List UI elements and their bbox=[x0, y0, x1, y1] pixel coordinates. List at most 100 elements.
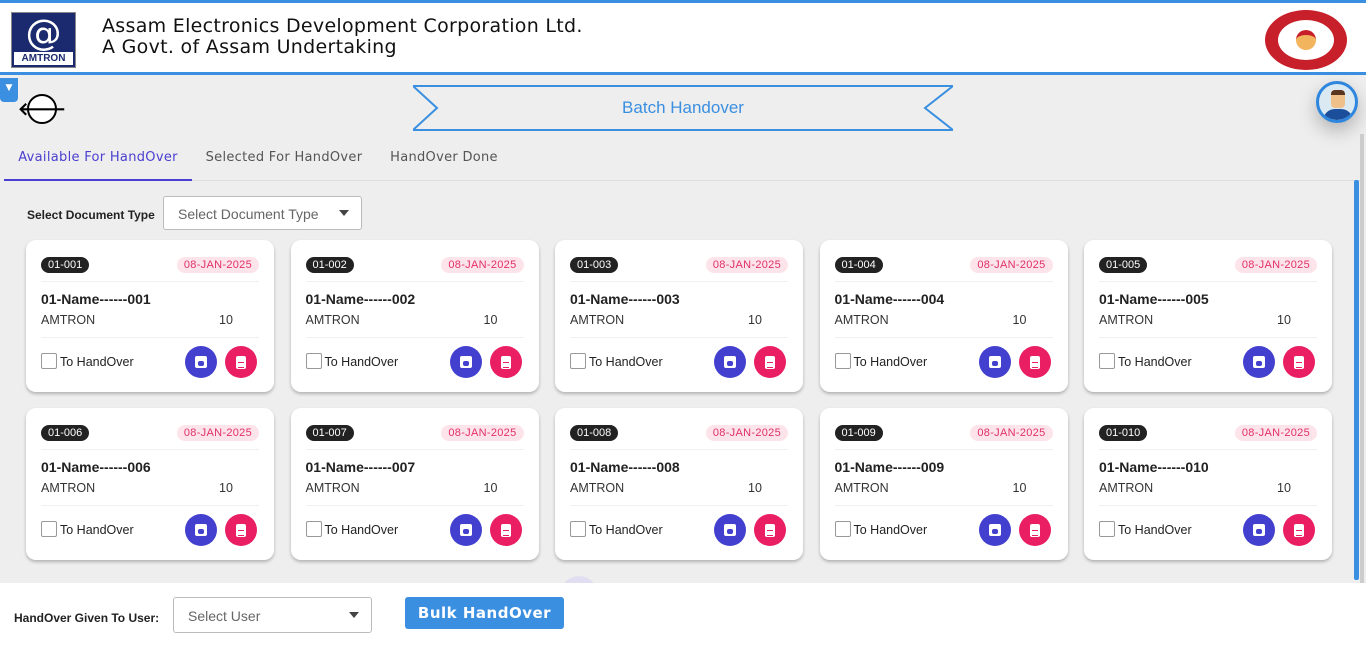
handover-checkbox[interactable] bbox=[570, 521, 586, 537]
doc-name: 01-Name------009 bbox=[834, 459, 945, 475]
handover-checkbox-label[interactable]: To HandOver bbox=[854, 523, 928, 537]
doc-name: 01-Name------010 bbox=[1099, 459, 1209, 475]
document-icon bbox=[236, 355, 246, 369]
handover-checkbox-label[interactable]: To HandOver bbox=[60, 355, 134, 369]
doc-name: 01-Name------006 bbox=[41, 459, 151, 475]
date-badge: 08-JAN-2025 bbox=[705, 425, 788, 441]
save-button[interactable] bbox=[978, 346, 1011, 378]
doc-qty: 10 bbox=[219, 481, 233, 495]
save-icon bbox=[459, 356, 472, 368]
divider bbox=[305, 281, 524, 282]
save-button[interactable] bbox=[449, 346, 482, 378]
handover-checkbox[interactable] bbox=[570, 353, 586, 369]
view-document-button[interactable] bbox=[1283, 346, 1315, 378]
handover-checkbox[interactable] bbox=[1099, 521, 1115, 537]
view-document-button[interactable] bbox=[1283, 514, 1315, 546]
doc-name: 01-Name------002 bbox=[305, 291, 416, 307]
view-document-button[interactable] bbox=[225, 346, 257, 378]
save-button[interactable] bbox=[1243, 346, 1275, 378]
doc-name: 01-Name------001 bbox=[41, 291, 151, 307]
doc-name: 01-Name------004 bbox=[834, 291, 945, 307]
date-badge: 08-JAN-2025 bbox=[1234, 425, 1317, 441]
document-type-select[interactable]: Select Document Type bbox=[163, 196, 362, 230]
save-button[interactable] bbox=[185, 346, 217, 378]
handover-checkbox-label[interactable]: To HandOver bbox=[325, 355, 399, 369]
handover-checkbox-label[interactable]: To HandOver bbox=[1118, 355, 1192, 369]
handover-checkbox-label[interactable]: To HandOver bbox=[589, 355, 663, 369]
tab-selected[interactable]: Selected For HandOver bbox=[198, 141, 370, 181]
handover-checkbox[interactable] bbox=[41, 521, 57, 537]
save-icon bbox=[1253, 524, 1265, 536]
handover-checkbox-label[interactable]: To HandOver bbox=[325, 523, 399, 537]
divider bbox=[1099, 281, 1317, 282]
save-icon bbox=[459, 524, 472, 536]
scrollbar-track[interactable] bbox=[1360, 134, 1364, 584]
document-icon bbox=[1029, 523, 1040, 537]
divider bbox=[834, 337, 1053, 338]
save-icon bbox=[988, 524, 1001, 536]
doc-code-badge: 01-002 bbox=[305, 257, 354, 273]
user-select[interactable]: Select User bbox=[173, 597, 372, 633]
menu-toggle-icon[interactable]: ▼ bbox=[0, 78, 18, 102]
handover-checkbox[interactable] bbox=[1099, 353, 1115, 369]
view-document-button[interactable] bbox=[754, 514, 786, 546]
handover-checkbox[interactable] bbox=[834, 521, 851, 537]
divider bbox=[834, 281, 1053, 282]
handover-checkbox-label[interactable]: To HandOver bbox=[854, 355, 928, 369]
doc-qty: 10 bbox=[483, 481, 498, 495]
tab-done[interactable]: HandOver Done bbox=[382, 141, 506, 181]
handover-checkbox[interactable] bbox=[834, 353, 851, 369]
header: @ AMTRON Assam Electronics Development Co… bbox=[0, 3, 1366, 75]
chevron-down-icon bbox=[349, 612, 359, 618]
document-icon bbox=[765, 355, 775, 369]
org-name: Assam Electronics Development Corporatio… bbox=[102, 15, 583, 58]
doc-org: AMTRON bbox=[834, 313, 889, 327]
document-card: 01-006 08-JAN-2025 01-Name------006 AMTR… bbox=[26, 408, 274, 560]
doc-code-badge: 01-009 bbox=[834, 425, 883, 441]
view-document-button[interactable] bbox=[1018, 514, 1051, 546]
handover-checkbox[interactable] bbox=[41, 353, 57, 369]
tab-available[interactable]: Available For HandOver bbox=[4, 141, 192, 181]
save-button[interactable] bbox=[714, 346, 746, 378]
handover-checkbox-label[interactable]: To HandOver bbox=[589, 523, 663, 537]
doc-qty: 10 bbox=[748, 313, 762, 327]
date-badge: 08-JAN-2025 bbox=[176, 257, 259, 273]
divider bbox=[305, 449, 524, 450]
save-icon bbox=[988, 356, 1001, 368]
handover-checkbox-label[interactable]: To HandOver bbox=[1118, 523, 1192, 537]
user-avatar[interactable] bbox=[1316, 81, 1358, 123]
document-card: 01-007 08-JAN-2025 01-Name------007 AMTR… bbox=[290, 408, 539, 560]
doc-code-badge: 01-004 bbox=[834, 257, 883, 273]
handover-checkbox[interactable] bbox=[305, 521, 322, 537]
back-arrow-icon[interactable]: 🡐 bbox=[18, 94, 66, 124]
document-icon bbox=[500, 355, 511, 369]
view-document-button[interactable] bbox=[225, 514, 257, 546]
save-button[interactable] bbox=[714, 514, 746, 546]
view-document-button[interactable] bbox=[489, 514, 522, 546]
document-card: 01-005 08-JAN-2025 01-Name------005 AMTR… bbox=[1084, 240, 1332, 392]
doc-org: AMTRON bbox=[305, 313, 360, 327]
save-button[interactable] bbox=[978, 514, 1011, 546]
document-card: 01-008 08-JAN-2025 01-Name------008 AMTR… bbox=[555, 408, 803, 560]
doc-name: 01-Name------005 bbox=[1099, 291, 1209, 307]
handover-checkbox-label[interactable]: To HandOver bbox=[60, 523, 134, 537]
scrollbar-thumb[interactable] bbox=[1354, 180, 1359, 580]
doc-code-badge: 01-001 bbox=[41, 257, 90, 273]
save-button[interactable] bbox=[449, 514, 482, 546]
doc-org: AMTRON bbox=[834, 481, 889, 495]
view-document-button[interactable] bbox=[489, 346, 522, 378]
save-icon bbox=[724, 356, 736, 368]
doc-org: AMTRON bbox=[1099, 481, 1154, 495]
save-icon bbox=[1253, 356, 1265, 368]
date-badge: 08-JAN-2025 bbox=[441, 257, 524, 273]
handover-checkbox[interactable] bbox=[305, 353, 322, 369]
doc-code-badge: 01-010 bbox=[1099, 425, 1148, 441]
bulk-handover-button[interactable]: Bulk HandOver bbox=[405, 597, 564, 629]
view-document-button[interactable] bbox=[754, 346, 786, 378]
save-button[interactable] bbox=[185, 514, 217, 546]
save-button[interactable] bbox=[1243, 514, 1275, 546]
view-document-button[interactable] bbox=[1018, 346, 1051, 378]
date-badge: 08-JAN-2025 bbox=[441, 425, 524, 441]
document-icon bbox=[1294, 355, 1304, 369]
doc-name: 01-Name------007 bbox=[305, 459, 416, 475]
